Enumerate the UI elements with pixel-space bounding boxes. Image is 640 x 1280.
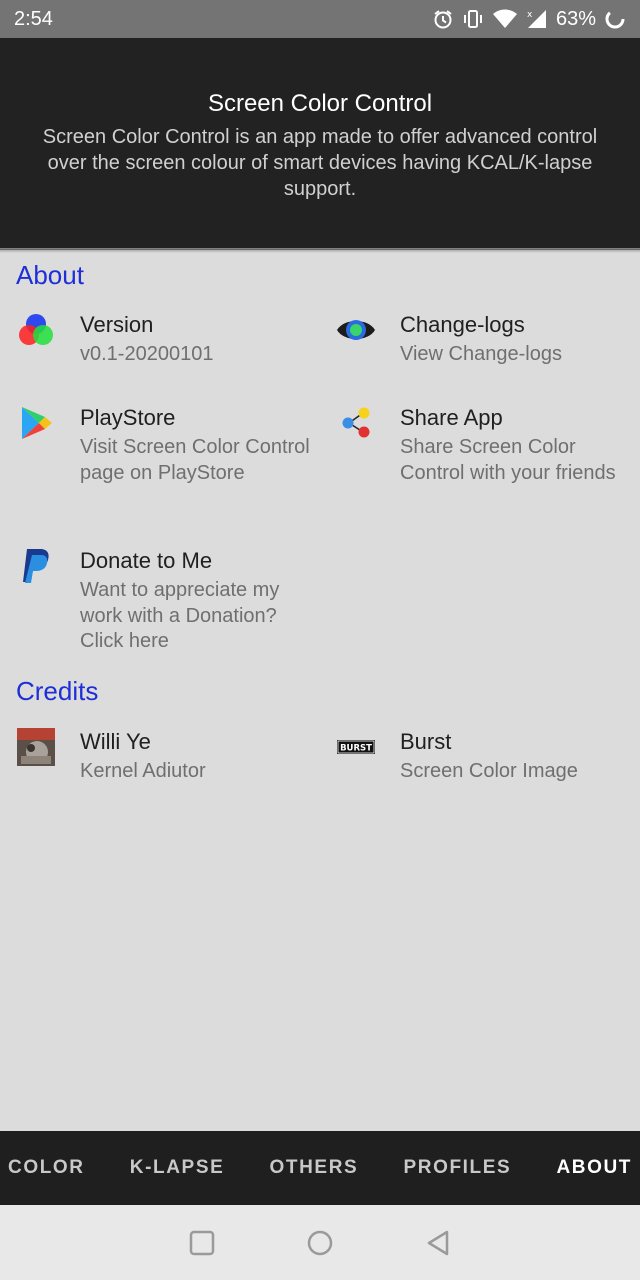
avatar-photo — [16, 727, 56, 767]
burst-logo: BURST — [336, 727, 376, 767]
item-title: Version — [80, 312, 154, 337]
app-header: Screen Color Control Screen Color Contro… — [0, 38, 640, 250]
bottom-tab-bar: COLOR K-LAPSE OTHERS PROFILES ABOUT — [0, 1131, 640, 1205]
tab-profiles[interactable]: PROFILES — [403, 1157, 511, 1179]
item-title: Donate to Me — [80, 548, 213, 573]
tab-k-lapse[interactable]: K-LAPSE — [130, 1157, 225, 1179]
app-description: Screen Color Control is an app made to o… — [42, 126, 598, 200]
item-subtitle: Want to appreciate my work with a Donati… — [80, 579, 280, 652]
tab-about[interactable]: ABOUT — [556, 1157, 632, 1179]
alarm-icon — [432, 8, 454, 30]
status-bar: 2:54 x 63% — [0, 0, 640, 38]
recents-button[interactable] — [189, 1230, 215, 1256]
item-subtitle: Screen Color Image — [400, 760, 578, 782]
item-subtitle: Visit Screen Color Control page on PlayS… — [80, 436, 310, 484]
battery-percent: 63% — [555, 7, 596, 30]
share-icon — [336, 403, 376, 443]
eye-icon — [336, 310, 376, 350]
vibrate-icon — [462, 8, 484, 30]
home-button[interactable] — [307, 1230, 333, 1256]
tab-color[interactable]: COLOR — [8, 1157, 85, 1179]
status-time: 2:54 — [14, 7, 53, 30]
item-subtitle: View Change-logs — [400, 343, 562, 365]
tab-others[interactable]: OTHERS — [270, 1157, 359, 1179]
item-title: Willi Ye — [80, 729, 151, 754]
battery-icon — [604, 8, 626, 30]
header-shadow — [0, 248, 640, 253]
item-subtitle: Share Screen Color Control with your fri… — [400, 436, 616, 484]
item-title: Burst — [400, 729, 452, 754]
item-subtitle: v0.1-20200101 — [80, 343, 214, 365]
item-title: Share App — [400, 405, 503, 430]
item-title: PlayStore — [80, 405, 176, 430]
section-title-about: About — [16, 260, 84, 290]
wifi-icon — [492, 9, 518, 29]
playstore-icon — [16, 403, 56, 443]
item-subtitle: Kernel Adiutor — [80, 760, 206, 782]
signal-icon: x — [526, 8, 548, 30]
svg-text:x: x — [527, 10, 533, 20]
paypal-icon — [16, 546, 56, 586]
rgb-circles-icon — [16, 310, 56, 350]
section-title-credits: Credits — [16, 676, 99, 706]
back-button[interactable] — [425, 1230, 451, 1256]
item-title: Change-logs — [400, 312, 525, 337]
system-nav-bar — [0, 1205, 640, 1280]
app-title: Screen Color Control — [207, 90, 433, 117]
burst-logo-text: BURST — [340, 744, 372, 754]
